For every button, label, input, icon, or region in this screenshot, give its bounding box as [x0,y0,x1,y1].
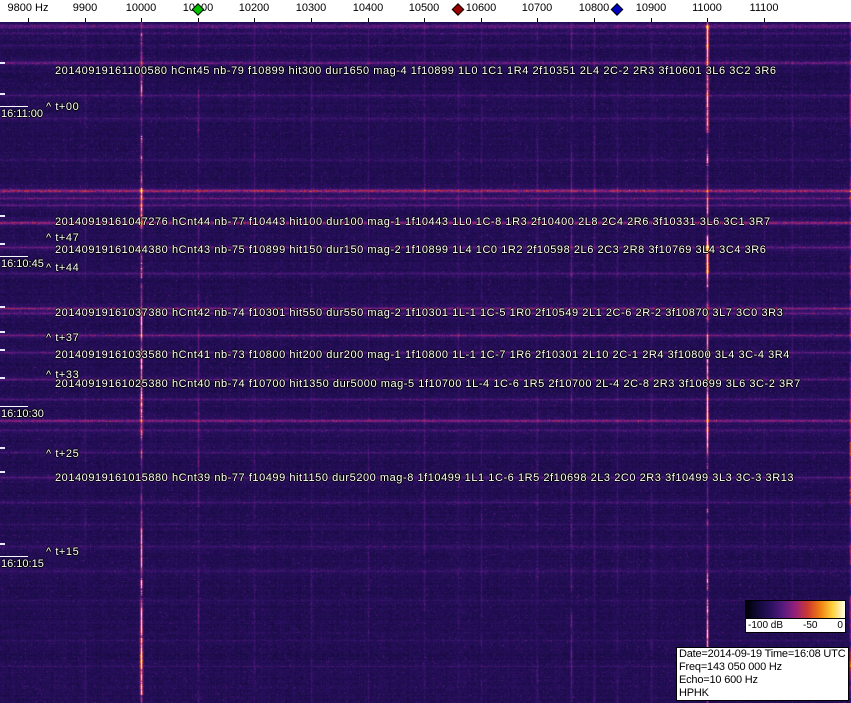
time-tick-line [0,256,28,257]
freq-tick-mark [537,18,538,22]
echo-time-marker: ^ t+37 [46,332,80,344]
echo-edge-mark [0,377,5,379]
frequency-axis: 9800 Hz990010000101001020010300104001050… [0,0,851,22]
freq-tick-label: 10800 [578,2,610,14]
freq-tick-label: 10000 [125,2,157,14]
freq-tick-mark [707,18,708,22]
freq-tick-label: 10600 [465,2,497,14]
red-diamond-marker[interactable] [451,3,465,16]
freq-tick-label: 10400 [352,2,384,14]
colorbar-labels: -100 dB -50 0 [745,619,846,633]
freq-tick-label: 11000 [692,2,722,14]
freq-tick-mark [198,18,199,22]
freq-tick-label: 10300 [295,2,327,14]
echo-edge-mark [0,543,5,545]
detection-annotation: 20140919161025380 hCnt40 nb-74 f10700 hi… [55,378,801,390]
freq-tick-mark [85,18,86,22]
detection-annotation: 20140919161044380 hCnt43 nb-75 f10899 hi… [55,244,767,256]
freq-tick-label: 9900 [72,2,98,14]
detection-annotation: 20140919161100580 hCnt45 nb-79 f10899 hi… [55,65,777,77]
freq-tick-mark [28,18,29,22]
echo-edge-mark [0,215,5,217]
freq-tick-mark [368,18,369,22]
info-echo-line: Echo=10 600 Hz [679,674,758,686]
time-tick-label: 16:10:30 [1,408,44,420]
colorbar-legend: -100 dB -50 0 [745,600,846,633]
freq-tick-mark [141,18,142,22]
freq-tick-label: 10200 [238,2,270,14]
detection-annotation: 20140919161037380 hCnt42 nb-74 f10301 hi… [55,307,784,319]
detection-annotation: 20140919161033580 hCnt41 nb-73 f10800 hi… [55,349,790,361]
blue-diamond-marker[interactable] [610,3,624,16]
colorbar-gradient [745,600,846,619]
time-tick-label: 16:11:00 [1,108,44,120]
freq-tick-mark [594,18,595,22]
echo-edge-mark [0,93,5,95]
spectrogram-overlay: 16:11:00 16:10:45 16:10:30 16:10:15 ^ t+00 ^ … [0,0,851,703]
freq-tick-mark [481,18,482,22]
info-date-line: Date=2014-09-19 Time=16:08 UTC [679,648,846,660]
freq-tick-label: 9800 Hz [7,2,49,14]
freq-tick-mark [764,18,765,22]
time-tick-label: 16:10:45 [1,258,44,270]
echo-time-marker: ^ t+44 [46,262,80,274]
detection-annotation: 20140919161015880 hCnt39 nb-77 f10499 hi… [55,472,795,484]
time-tick-line [0,106,28,107]
freq-tick-label: 11100 [749,2,779,14]
echo-time-marker: ^ t+25 [46,448,80,460]
freq-tick-mark [311,18,312,22]
echo-edge-mark [0,243,5,245]
info-freq-line: Freq=143 050 000 Hz [679,661,782,673]
time-tick-line [0,406,28,407]
freq-tick-label: 10500 [408,2,440,14]
echo-edge-mark [0,62,5,64]
colorbar-min-label: -100 dB [748,620,784,631]
freq-tick-label: 10900 [635,2,667,14]
echo-edge-mark [0,331,5,333]
freq-tick-mark [651,18,652,22]
echo-time-marker: ^ t+15 [46,546,80,558]
freq-tick-mark [254,18,255,22]
echo-time-marker: ^ t+47 [46,232,80,244]
info-station-line: HPHK [679,687,709,699]
echo-edge-mark [0,447,5,449]
time-tick-line [0,556,28,557]
echo-edge-mark [0,306,5,308]
freq-tick-label: 10700 [521,2,553,14]
echo-edge-mark [0,471,5,473]
time-tick-label: 16:10:15 [1,558,44,570]
colorbar-mid-label: -50 [803,620,818,631]
status-info-box: Date=2014-09-19 Time=16:08 UTC Freq=143 … [676,647,849,701]
detection-annotation: 20140919161047276 hCnt44 nb-77 f10443 hi… [55,216,771,228]
colorbar-max-label: 0 [837,620,843,631]
echo-edge-mark [0,349,5,351]
echo-time-marker: ^ t+00 [46,101,80,113]
freq-tick-mark [424,18,425,22]
